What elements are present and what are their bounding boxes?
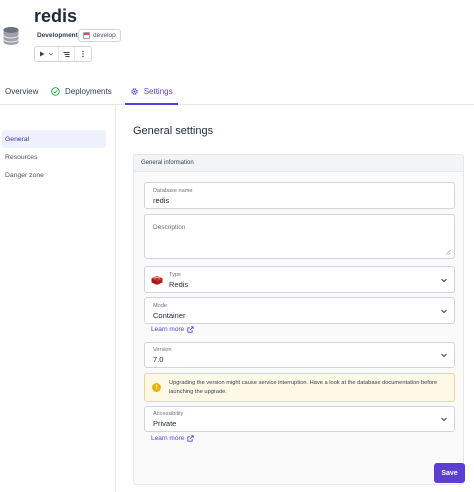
sidebar-item-danger-zone[interactable]: Danger zone [2, 166, 106, 184]
run-button[interactable] [35, 47, 59, 61]
description-field[interactable]: Description [144, 214, 455, 259]
type-label: Type [169, 272, 182, 278]
save-button[interactable]: Save [434, 463, 465, 483]
learn-more-label: Learn more [151, 326, 185, 333]
more-options-button[interactable] [75, 47, 91, 61]
version-upgrade-warning: ! Upgrading the version might cause serv… [144, 373, 455, 402]
chevron-down-icon [441, 353, 447, 358]
panel-title: General information [134, 155, 463, 172]
mode-value: Container [153, 311, 186, 320]
branch-label: develop [93, 32, 116, 39]
tab-bar: Overview Deployments Settings [0, 78, 474, 105]
database-icon [3, 27, 19, 45]
check-circle-icon [51, 86, 60, 96]
section-title: General settings [133, 125, 214, 137]
database-name-label: Database name [153, 188, 193, 194]
warning-text: Upgrading the version might cause servic… [169, 380, 438, 395]
sidebar-item-resources[interactable]: Resources [2, 148, 106, 166]
sidebar-item-general[interactable]: General [2, 130, 106, 148]
play-icon [40, 51, 45, 57]
type-value: Redis [169, 280, 189, 289]
general-information-panel: General information Database name redis … [133, 154, 464, 485]
logs-button[interactable] [59, 47, 75, 61]
warning-icon: ! [152, 383, 161, 392]
database-name-value: redis [153, 196, 170, 205]
tab-overview[interactable]: Overview [0, 78, 46, 104]
learn-more-link-accessibility[interactable]: Learn more [151, 435, 194, 442]
tab-label: Settings [143, 86, 173, 96]
redis-icon [151, 276, 163, 285]
tab-label: Overview [5, 86, 39, 96]
tab-label: Deployments [65, 86, 112, 96]
branch-icon [83, 32, 90, 39]
database-name-field[interactable]: Database name redis [144, 182, 455, 209]
action-toolbar [34, 46, 92, 62]
learn-more-link-mode[interactable]: Learn more [151, 326, 194, 333]
logs-icon [63, 51, 70, 57]
environment-badge[interactable]: Development [34, 29, 81, 42]
gear-icon [130, 87, 138, 95]
accessibility-label: Accessibility [153, 411, 184, 417]
tab-deployments[interactable]: Deployments [46, 78, 117, 104]
chevron-down-icon [441, 417, 447, 422]
external-link-icon [187, 326, 194, 333]
chevron-down-icon [441, 278, 447, 282]
mode-select[interactable]: Mode Container [144, 297, 455, 324]
version-select[interactable]: Version 7.0 [144, 342, 455, 368]
tab-settings[interactable]: Settings [124, 78, 178, 105]
page-title: redis [34, 6, 78, 26]
version-value: 7.0 [153, 355, 164, 364]
type-select[interactable]: Type Redis [144, 266, 455, 293]
accessibility-value: Private [153, 419, 177, 428]
description-label: Description [153, 224, 186, 231]
branch-badge[interactable]: develop [78, 29, 121, 42]
more-vertical-icon [82, 50, 84, 58]
service-header: redis Development develop [0, 0, 474, 76]
resize-handle-icon[interactable] [445, 249, 451, 255]
chevron-down-icon [441, 309, 447, 313]
settings-sidebar: General Resources Danger zone [0, 106, 116, 492]
version-label: Version [153, 347, 172, 353]
accessibility-select[interactable]: Accessibility Private [144, 406, 455, 432]
external-link-icon [187, 435, 194, 442]
mode-label: Mode [153, 303, 167, 309]
learn-more-label: Learn more [151, 435, 185, 442]
chevron-down-icon [48, 52, 54, 56]
